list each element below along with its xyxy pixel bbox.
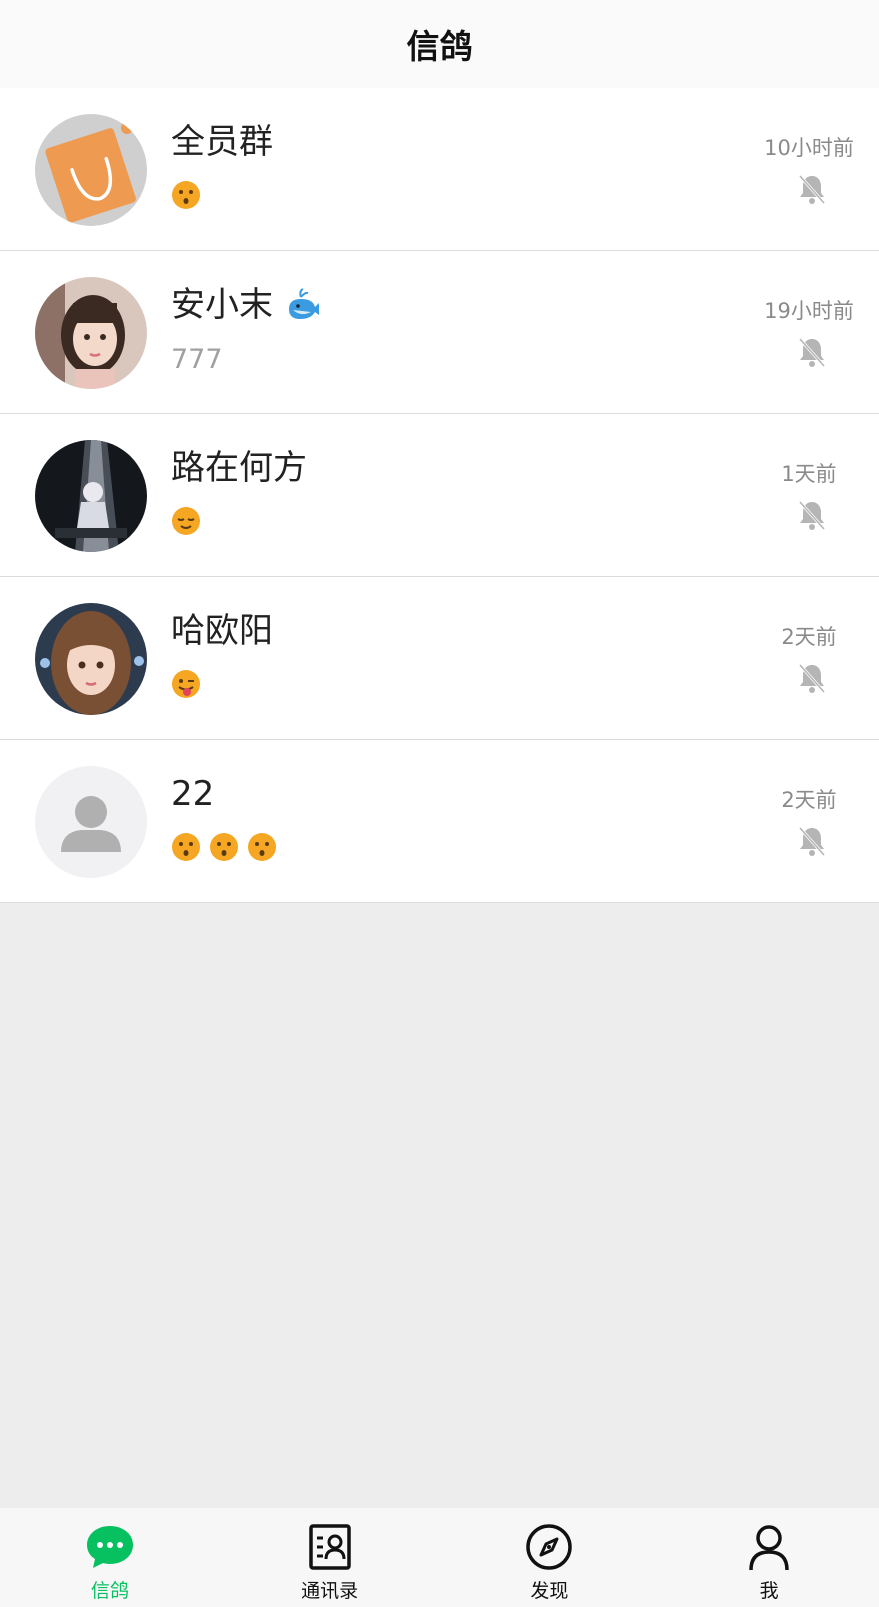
person-icon <box>749 1525 789 1571</box>
muted-bell-icon <box>798 338 826 367</box>
chat-name: 全员群 <box>171 122 273 162</box>
tab-label: 我 <box>759 1580 779 1602</box>
bottom-tab-bar: 信鸽 通讯录 发现 我 <box>0 1508 879 1607</box>
chat-item[interactable]: 哈欧阳 2天前 <box>0 577 879 740</box>
kissing-face-icon <box>210 833 238 861</box>
chat-item[interactable]: 全员群 10小时前 <box>0 88 879 251</box>
kissing-face-icon <box>248 833 276 861</box>
chat-list: 全员群 10小时前 安小末 777 19小时前 路在何方 1天前 哈欧阳 2天前… <box>0 88 879 903</box>
kissing-face-icon <box>172 833 200 861</box>
chat-item[interactable]: 路在何方 1天前 <box>0 414 879 577</box>
chat-name: 22 <box>171 774 215 814</box>
chat-preview <box>171 506 209 536</box>
chat-time: 2天前 <box>781 625 837 649</box>
chat-name: 路在何方 <box>171 448 307 488</box>
chat-time: 1天前 <box>781 462 837 486</box>
chat-name: 安小末 <box>171 285 321 325</box>
tab-label: 信鸽 <box>90 1580 129 1602</box>
chat-preview <box>171 180 209 210</box>
chat-item[interactable]: 安小末 777 19小时前 <box>0 251 879 414</box>
avatar <box>35 603 147 715</box>
muted-bell-icon <box>798 827 826 856</box>
avatar <box>35 277 147 389</box>
whale-icon <box>289 288 319 319</box>
tab-contacts[interactable]: 通讯录 <box>220 1508 440 1607</box>
chat-preview <box>171 832 285 862</box>
kissing-face-icon <box>172 181 200 209</box>
chat-preview: 777 <box>171 344 223 375</box>
chat-time: 19小时前 <box>764 299 854 323</box>
compass-icon <box>526 1524 573 1570</box>
avatar <box>35 114 147 226</box>
tab-label: 通讯录 <box>301 1580 359 1602</box>
tab-messages[interactable]: 信鸽 <box>0 1508 220 1607</box>
chat-item[interactable]: 22 2天前 <box>0 740 879 903</box>
chat-preview <box>171 669 209 699</box>
contacts-icon <box>308 1524 351 1570</box>
muted-bell-icon <box>798 175 826 204</box>
tab-discover[interactable]: 发现 <box>440 1508 660 1607</box>
chat-bubble-icon <box>86 1526 133 1568</box>
tab-label: 发现 <box>530 1580 569 1602</box>
avatar <box>35 440 147 552</box>
chat-name: 哈欧阳 <box>171 611 273 651</box>
chat-time: 10小时前 <box>764 136 854 160</box>
chat-time: 2天前 <box>781 788 837 812</box>
muted-bell-icon <box>798 664 826 693</box>
page-title: 信鸽 <box>0 0 879 88</box>
tab-me[interactable]: 我 <box>659 1508 879 1607</box>
muted-bell-icon <box>798 501 826 530</box>
relieved-face-icon <box>172 507 200 535</box>
avatar <box>35 766 147 878</box>
winking-tongue-face-icon <box>172 670 200 698</box>
